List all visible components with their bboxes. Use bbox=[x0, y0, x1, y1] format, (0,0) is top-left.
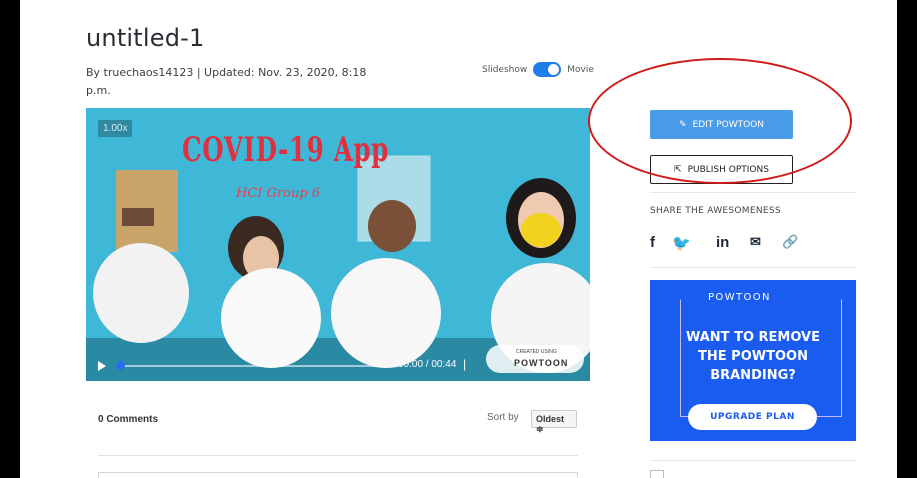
play-icon[interactable] bbox=[98, 361, 106, 371]
folder-icon bbox=[650, 470, 664, 478]
facebook-icon[interactable]: f bbox=[650, 234, 655, 251]
video-headline: COVID-19 App bbox=[182, 130, 390, 170]
toggle-switch[interactable] bbox=[533, 62, 562, 77]
sort-select[interactable]: Oldest ≑ bbox=[531, 410, 577, 434]
divider bbox=[98, 455, 578, 456]
linkedin-icon[interactable]: in bbox=[716, 234, 729, 251]
upgrade-ad[interactable]: POWTOON WANT TO REMOVE THE POWTOON BRAND… bbox=[650, 280, 856, 441]
seek-handle[interactable] bbox=[116, 361, 125, 370]
seek-bar[interactable] bbox=[116, 365, 386, 367]
playback-speed[interactable]: 1.00x bbox=[98, 120, 133, 137]
byline: By truechaos14123 | Updated: Nov. 23, 20… bbox=[86, 66, 367, 97]
controls-separator: | bbox=[463, 357, 467, 371]
comment-input[interactable] bbox=[98, 472, 578, 478]
page: untitled-1 By truechaos14123 | Updated: … bbox=[20, 0, 897, 478]
toggle-right-label: Movie bbox=[567, 64, 594, 75]
toggle-left-label: Slideshow bbox=[482, 64, 528, 75]
slideshow-movie-toggle[interactable]: Slideshow Movie bbox=[482, 62, 594, 77]
video-subline: HCI Group 6 bbox=[236, 186, 321, 201]
divider bbox=[650, 460, 856, 461]
comments-count: 0 Comments bbox=[98, 414, 159, 425]
ad-text: WANT TO REMOVE THE POWTOON BRANDING? bbox=[685, 330, 820, 383]
sort-label: Sort by bbox=[487, 412, 519, 423]
email-icon[interactable]: ✉ bbox=[750, 234, 761, 250]
link-icon[interactable]: 🔗 bbox=[782, 234, 798, 250]
page-title: untitled-1 bbox=[86, 24, 205, 52]
divider bbox=[650, 192, 856, 193]
share-title: SHARE THE AWESOMENESS bbox=[650, 206, 781, 216]
upgrade-plan-button[interactable]: UPGRADE PLAN bbox=[688, 404, 817, 430]
watermark-brand: POWTOON bbox=[514, 358, 569, 368]
video-player[interactable]: 1.00x COVID-19 App HCI Group 6 00:00 / 0… bbox=[86, 108, 590, 381]
divider bbox=[650, 267, 856, 268]
watermark-caption: CREATED USING bbox=[516, 349, 557, 355]
twitter-icon[interactable]: 🐦 bbox=[672, 234, 691, 252]
annotation-circle bbox=[588, 58, 852, 184]
time-display: 00:00 / 00:44 bbox=[398, 359, 457, 370]
ad-brand: POWTOON bbox=[708, 292, 771, 303]
